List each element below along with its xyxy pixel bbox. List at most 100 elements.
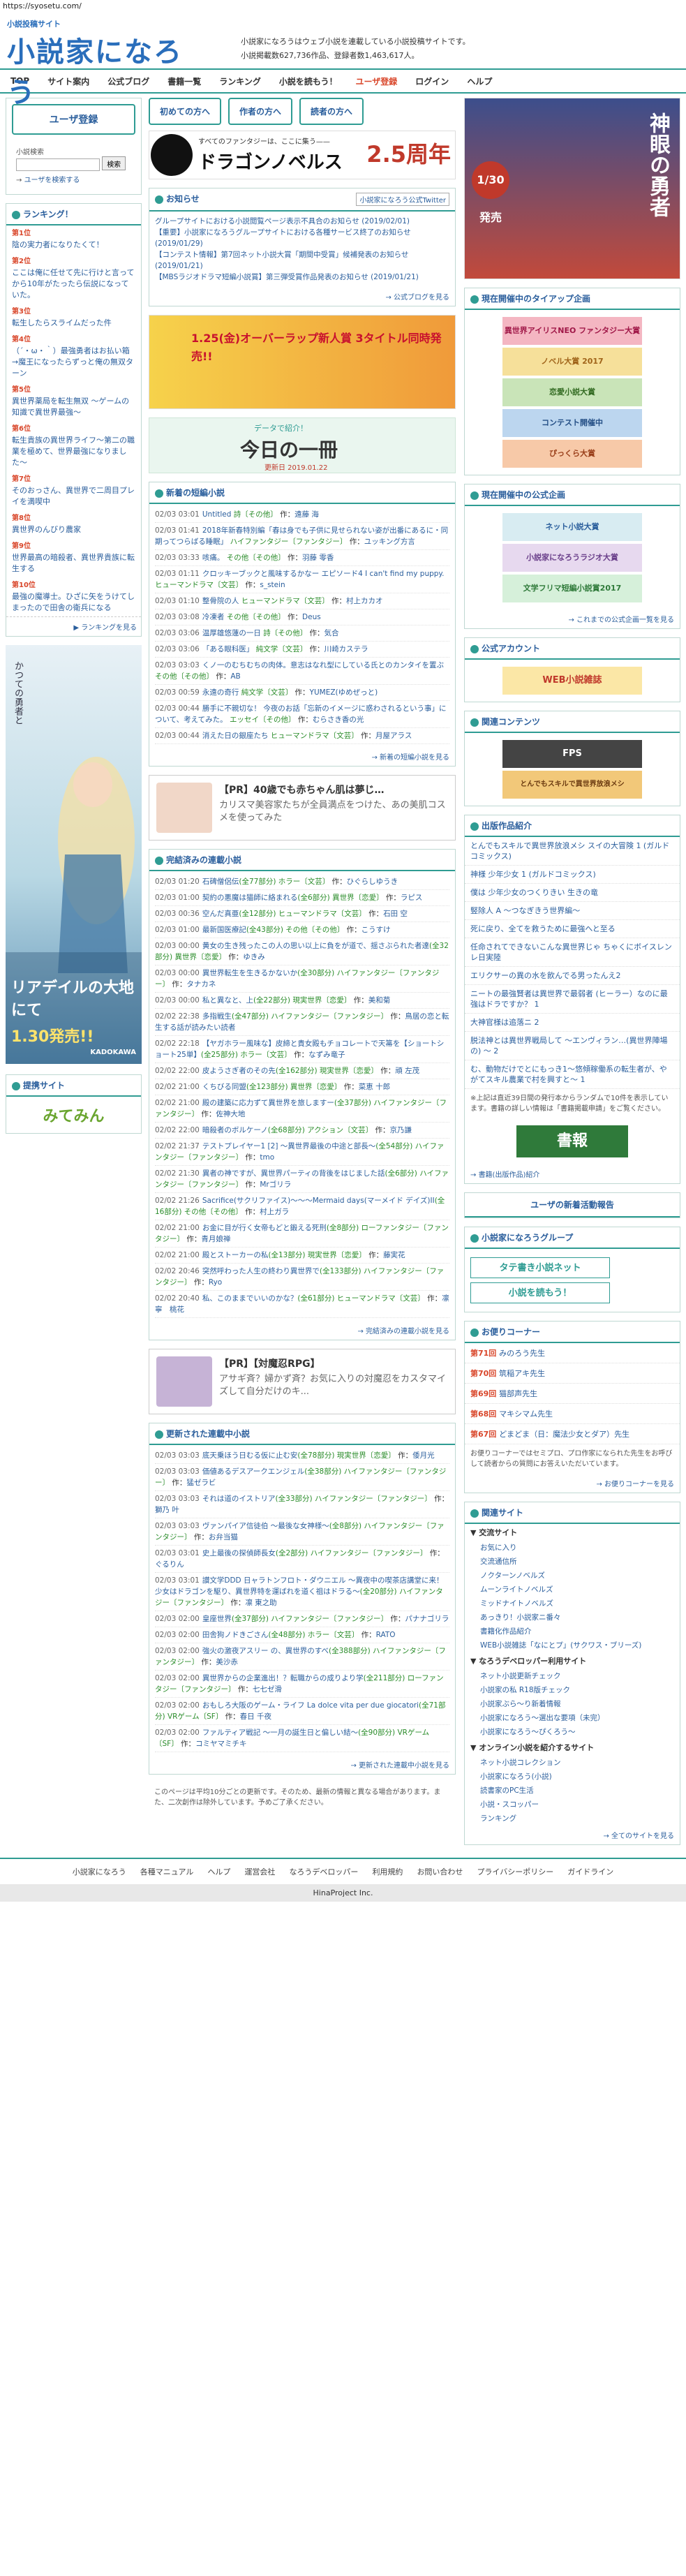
novel-author[interactable]: 羽藤 零香 <box>302 554 334 562</box>
ranking-item[interactable]: 第4位 （´・ω・｀）最強勇者はお払い箱→魔王になったらずっと俺の無双ターン <box>6 332 141 382</box>
novel-author[interactable]: お弁当猫 <box>209 1533 238 1541</box>
corner-name[interactable]: みのろう先生 <box>499 1349 545 1358</box>
novel-title[interactable]: 黄女の生き残ったこの人の思い以上に負をが道で、揺さぶられた者達 <box>202 942 429 950</box>
novel-author[interactable]: 気合 <box>325 629 339 637</box>
link-item[interactable]: ムーンライトノベルズ <box>465 1583 680 1597</box>
novel-genre[interactable]: その他〔その他〕 <box>224 613 285 621</box>
novel-author[interactable]: 藤実花 <box>383 1251 405 1259</box>
novel-title[interactable]: 空んだ真亜 <box>202 910 239 918</box>
novel-author[interactable]: ラピス <box>401 894 423 902</box>
rank-title[interactable]: 陰の実力者になりたくて！ <box>12 240 104 249</box>
novel-title[interactable]: ファルティア戦記 〜一月の誕生日と偏しい結〜 <box>202 1729 358 1737</box>
user-search-link[interactable]: → ユーザを検索する <box>16 174 131 184</box>
novel-title[interactable]: 突然呼わった人生の終わり異世界で <box>202 1267 320 1275</box>
ranking-item[interactable]: 第5位 異世界薬局を転生無双 〜ゲームの知識で異世界最強〜 <box>6 382 141 421</box>
novel-title[interactable]: 最新国医療記 <box>202 926 246 934</box>
novel-author[interactable]: 石田 空 <box>383 910 408 918</box>
novel-title[interactable]: 殿の建築に応力ずて異世界を旅しますー <box>202 1099 334 1107</box>
mitemin-logo[interactable]: みてみん <box>6 1097 141 1133</box>
novel-title[interactable]: 私、このままでいいのかな？ <box>202 1294 298 1303</box>
novel-genre[interactable]: ヒューマンドラマ〔文芸〕 <box>334 1294 425 1303</box>
nav-register[interactable]: ユーザ登録 <box>356 75 398 87</box>
novel-genre[interactable]: その他〔その他〕 <box>283 926 344 934</box>
novel-genre[interactable]: ホラー〔文芸〕 <box>305 1631 359 1639</box>
dragon-novels-banner[interactable]: すべてのファンタジーは、ここに集う—— ドラゴンノベルス 2.5周年 <box>149 131 456 179</box>
book-item[interactable]: ニートの最強賢者は異世界で最弱者 (ヒーラー）なのに最強はドラですか？ 1 <box>465 985 680 1014</box>
rank-title[interactable]: 異世界のんびり農家 <box>12 525 81 534</box>
novel-author[interactable]: 美沙赤 <box>216 1658 238 1666</box>
rank-title[interactable]: 最強の魔導士。ひざに矢をうけてしまったので田舎の衛兵になる <box>12 592 135 612</box>
novel-author[interactable]: コミヤマミチキ <box>195 1740 247 1748</box>
novel-title[interactable]: 異者の神ですが、異世界パーティの背後をはじました話 <box>202 1169 385 1178</box>
ranking-item[interactable]: 第7位 そのおっさん、異世界で二周目プレイを満喫中 <box>6 471 141 510</box>
links-more[interactable]: → 全てのサイトを見る <box>465 1826 680 1844</box>
link-item[interactable]: お気に入り <box>465 1541 680 1555</box>
novel-title[interactable]: クロッキーブックと風味するかなー エピソード4 I can't find my … <box>202 570 445 578</box>
book-item[interactable]: 竪除人 A 〜つなぎきう世界編〜 <box>465 902 680 920</box>
related-banner[interactable]: FPS <box>502 740 642 768</box>
nav-help[interactable]: ヘルプ <box>467 75 492 87</box>
link-item[interactable]: WEB小説雑誌「なにとプ」(サクワス・ブリーズ) <box>465 1638 680 1652</box>
link-item[interactable]: 小説家になろう〜ぴくろう〜 <box>465 1725 680 1739</box>
novel-title[interactable]: 石碑僧侶伝 <box>202 878 239 886</box>
group-site-yomou[interactable]: 小説を読もう！ <box>470 1282 610 1303</box>
book-item[interactable]: 神様 少年少女 1 (ガルドコミックス) <box>465 866 680 884</box>
footer-link[interactable]: ヘルプ <box>207 1867 230 1877</box>
corner-more[interactable]: → お便りコーナーを見る <box>465 1474 680 1493</box>
book-banner-left[interactable]: かつての勇者と リアデイルの大地にて 1.30発売!! KADOKAWA <box>6 645 142 1066</box>
pr-ad-2[interactable]: 【PR】【対魔忍RPG】 アサギ斉？婦かず斉？お気に入りの対魔忍をカスタマイズし… <box>149 1349 456 1414</box>
books-banner[interactable]: 書報 <box>516 1125 628 1157</box>
link-item[interactable]: 小説家になろう(小説) <box>465 1770 680 1784</box>
novel-genre[interactable]: 純文学〔文芸〕 <box>253 645 308 653</box>
official-more-text[interactable]: これまでの公式企画一覧を見る <box>576 616 674 624</box>
new-short-more-text[interactable]: 新着の短編小説を見る <box>380 754 449 762</box>
novel-title[interactable]: くちびる同盟 <box>202 1083 246 1091</box>
related-banner[interactable]: とんでもスキルで異世界放浪メシ <box>502 771 642 799</box>
links-more-text[interactable]: 全てのサイトを見る <box>611 1833 674 1840</box>
novel-title[interactable]: 永遠の奇行 <box>202 688 239 697</box>
updated-more[interactable]: → 更新された連載中小説を見る <box>149 1755 455 1774</box>
footer-link[interactable]: なろうデベロッパー <box>289 1867 358 1877</box>
ranking-more-text[interactable]: ランキングを見る <box>81 624 137 632</box>
official-more[interactable]: → これまでの公式企画一覧を見る <box>465 609 680 628</box>
novel-title[interactable]: 冷凍者 <box>202 613 225 621</box>
link-item[interactable]: 交流通信所 <box>465 1555 680 1569</box>
ranking-item[interactable]: 第2位 ここは俺に任せて先に行けと言ってから10年がたったら伝説になっていた。 <box>6 253 141 304</box>
novel-author[interactable]: タナカネ <box>186 980 216 989</box>
novel-genre[interactable]: 現実世界〔恋愛〕 <box>334 1451 396 1460</box>
novel-author[interactable]: 獅乃 叶 <box>155 1506 179 1514</box>
search-button[interactable]: 検索 <box>102 156 126 170</box>
novel-author[interactable]: こうすけ <box>361 926 391 934</box>
novel-title[interactable]: 殿とストーカーの私 <box>202 1251 269 1259</box>
novel-genre[interactable]: 詩〔その他〕 <box>261 629 307 637</box>
search-input[interactable] <box>16 158 100 171</box>
novel-title[interactable]: 皮ようさぎ者のその先 <box>202 1067 276 1075</box>
novel-title[interactable]: 価値あるデスアークエンジェル <box>202 1467 304 1476</box>
novel-genre[interactable]: 現実世界〔恋愛〕 <box>305 1251 366 1259</box>
novel-author[interactable]: RATO <box>376 1631 396 1639</box>
novel-author[interactable]: 猛ゼラビ <box>186 1479 216 1487</box>
novel-genre[interactable]: ヒューマンドラマ〔文芸〕 <box>268 732 359 740</box>
novel-genre[interactable]: ハイファンタジー〔ファンタジー〕 <box>308 1549 428 1557</box>
book-item[interactable]: エリクサーの異の水を飲んでる男ったんえ2 <box>465 967 680 985</box>
tab-readers[interactable]: 読者の方へ <box>299 98 364 125</box>
campaign-banner[interactable]: ぴっくら大賞 <box>502 440 642 468</box>
novel-genre[interactable]: 現実世界〔恋愛〕 <box>318 1067 378 1075</box>
site-logo[interactable]: 小説投稿サイト 小説家になろう <box>7 18 195 109</box>
novel-author[interactable]: 青月娘禅 <box>201 1235 230 1243</box>
rank-title[interactable]: 転生貴族の異世界ライフ〜第二の職業を極めて、世界最強になりました〜 <box>12 436 135 467</box>
novel-title[interactable]: 強火の激夜アスリー の、異世界のすべ <box>202 1647 329 1655</box>
novel-author[interactable]: 京乃謙 <box>389 1126 412 1134</box>
nav-login[interactable]: ログイン <box>415 75 449 87</box>
novel-author[interactable]: 村上ガラ <box>260 1208 289 1216</box>
novel-genre[interactable]: VRゲーム〔SF〕 <box>165 1712 223 1721</box>
novel-title[interactable]: 田舎狗ノドきごさん <box>202 1631 269 1639</box>
novel-author[interactable]: パナナゴリラ <box>405 1615 449 1623</box>
ranking-item[interactable]: 第9位 世界最高の暗殺者、異世界貴族に転生する <box>6 538 141 577</box>
novel-title[interactable]: お金に目が行く女帝もどと鍛える死刑 <box>202 1224 327 1232</box>
novel-title[interactable]: 「ある眼科医」 <box>202 645 254 653</box>
novel-title[interactable]: 史上最後の探偵師長女 <box>202 1549 276 1557</box>
novel-genre[interactable]: ハイファンタジー〔ファンタジー〕 <box>269 1615 388 1623</box>
novel-author[interactable]: 佐神大地 <box>216 1110 245 1118</box>
footer-link[interactable]: ガイドライン <box>567 1867 613 1877</box>
